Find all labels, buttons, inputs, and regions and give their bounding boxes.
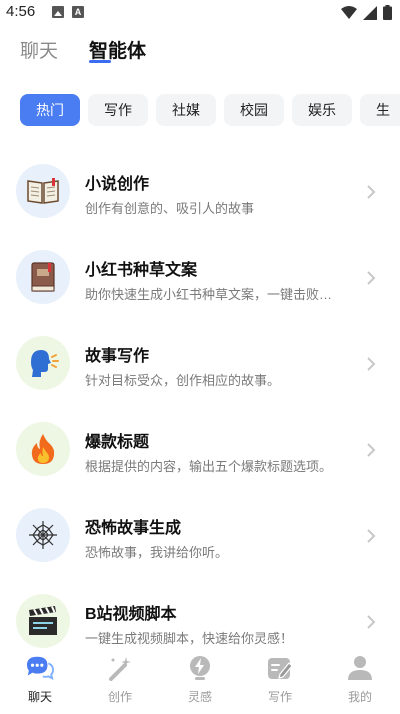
clapperboard-icon (29, 606, 57, 635)
spider-web-icon (29, 521, 57, 549)
battery-icon (383, 5, 392, 20)
agent-avatar (16, 422, 70, 476)
nav-writing[interactable]: 写作 (240, 650, 320, 714)
tab-chat[interactable]: 聊天 (20, 36, 58, 63)
agent-item-xiaohongshu[interactable]: 小红书种草文案 助你快速生成小红书种草文案，一键击败… (0, 236, 400, 322)
status-time: 4:56 (6, 3, 36, 20)
chevron-right-icon (367, 271, 376, 285)
category-chips: 热门 写作 社媒 校园 娱乐生 (20, 94, 400, 126)
pen-note-icon (268, 658, 293, 679)
agent-item-novel[interactable]: 小说创作 创作有创意的、吸引人的故事 (0, 150, 400, 236)
agent-avatar (16, 508, 70, 562)
chip-campus[interactable]: 校园 (224, 94, 284, 126)
nav-label: 创作 (107, 690, 132, 704)
wifi-icon (341, 6, 357, 19)
agent-item-horror[interactable]: 恐怖故事生成 恐怖故事，我讲给你听。 (0, 494, 400, 580)
agent-description: 针对目标受众，创作相应的故事。 (85, 373, 281, 388)
chip-entertainment[interactable]: 娱乐 (292, 94, 352, 126)
agent-title: 小红书种草文案 (85, 262, 198, 279)
active-tab-indicator (89, 60, 111, 63)
chip-life[interactable]: 生 (360, 94, 400, 126)
agent-description: 助你快速生成小红书种草文案，一键击败… (85, 287, 333, 302)
person-icon (348, 656, 372, 680)
chevron-right-icon (367, 185, 376, 199)
agent-description: 创作有创意的、吸引人的故事 (85, 201, 255, 216)
agent-title: B站视频脚本 (85, 606, 177, 623)
agent-description: 一键生成视频脚本，快速给你灵感！ (85, 631, 294, 646)
bottom-nav: 聊天 创作 灵感 写作 我的 (0, 650, 400, 714)
agent-avatar (16, 164, 70, 218)
chevron-right-icon (367, 529, 376, 543)
nav-label: 我的 (347, 690, 372, 704)
lightning-icon (190, 656, 210, 680)
agent-avatar (16, 250, 70, 304)
chevron-right-icon (367, 615, 376, 629)
nav-profile[interactable]: 我的 (320, 650, 400, 714)
agent-item-viral-title[interactable]: 爆款标题 根据提供的内容，输出五个爆款标题选项。 (0, 408, 400, 494)
signal-icon (363, 5, 377, 20)
speaking-head-icon (31, 350, 59, 377)
fire-icon (31, 434, 55, 464)
nav-create[interactable]: 创作 (80, 650, 160, 714)
open-book-icon (27, 178, 59, 204)
agent-avatar (16, 594, 70, 648)
nav-label: 灵感 (187, 690, 212, 704)
agent-description: 恐怖故事，我讲给你听。 (85, 545, 229, 560)
text-notification-icon: A (72, 6, 84, 18)
nav-label: 写作 (267, 690, 292, 704)
agent-title: 恐怖故事生成 (85, 520, 182, 537)
chevron-right-icon (367, 443, 376, 457)
chip-hot[interactable]: 热门 (20, 94, 80, 126)
status-bar: 4:56 A (0, 0, 400, 26)
agent-title: 小说创作 (85, 176, 150, 193)
magic-wand-icon (109, 657, 131, 681)
nav-inspiration[interactable]: 灵感 (160, 650, 240, 714)
nav-label: 聊天 (27, 690, 52, 704)
tab-agents[interactable]: 智能体 (89, 36, 146, 63)
agent-description: 根据提供的内容，输出五个爆款标题选项。 (85, 459, 333, 474)
top-tab-bar: 聊天 智能体 (0, 30, 400, 70)
agent-title: 故事写作 (85, 348, 150, 365)
closed-book-icon (31, 262, 55, 292)
chip-social[interactable]: 社媒 (156, 94, 216, 126)
gallery-notification-icon (52, 6, 64, 18)
agent-avatar (16, 336, 70, 390)
agent-item-story[interactable]: 故事写作 针对目标受众，创作相应的故事。 (0, 322, 400, 408)
chip-writing[interactable]: 写作 (88, 94, 148, 126)
agent-list: 小说创作 创作有创意的、吸引人的故事 小红书种草文案 助你快速生成小红书种草文案… (0, 150, 400, 666)
agent-title: 爆款标题 (85, 434, 150, 451)
chevron-right-icon (367, 357, 376, 371)
nav-chat[interactable]: 聊天 (0, 650, 80, 714)
chat-bubble-icon (26, 656, 54, 681)
